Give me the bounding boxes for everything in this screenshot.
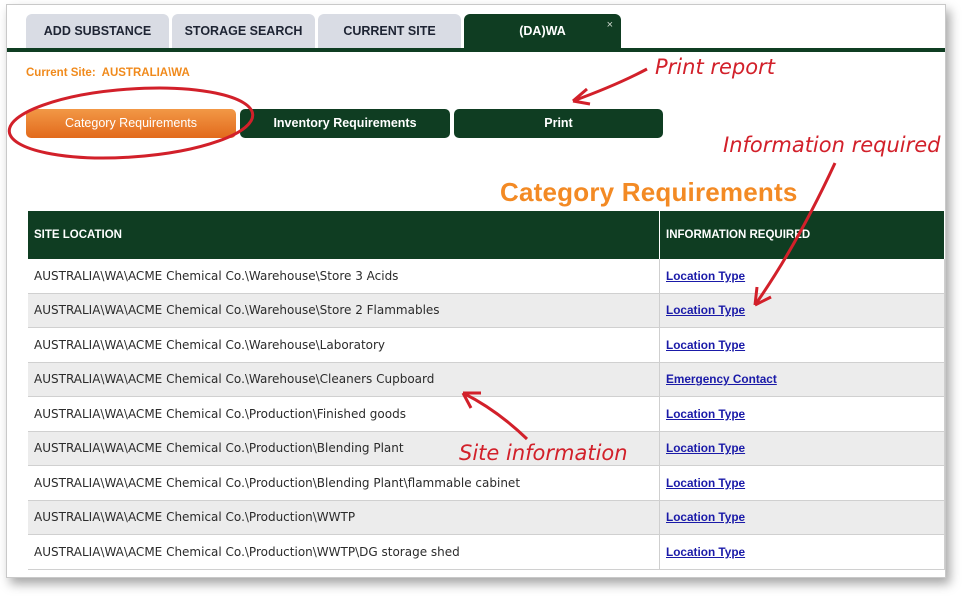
section-title: Category Requirements: [500, 177, 798, 207]
info-link[interactable]: Location Type: [666, 545, 745, 559]
table-row: AUSTRALIA\WA\ACME Chemical Co.\Warehouse…: [28, 362, 945, 397]
print-button[interactable]: Print: [454, 109, 663, 138]
tab-label: STORAGE SEARCH: [184, 24, 303, 38]
info-cell: Location Type: [659, 465, 945, 501]
inventory-requirements-button[interactable]: Inventory Requirements: [240, 109, 450, 138]
info-cell: Emergency Contact: [659, 362, 945, 397]
table-row: AUSTRALIA\WA\ACME Chemical Co.\Productio…: [28, 500, 945, 535]
annotation-print-report: Print report: [655, 55, 775, 79]
annotation-information-required: Information required: [723, 133, 941, 157]
site-location-cell: AUSTRALIA\WA\ACME Chemical Co.\Productio…: [28, 500, 660, 535]
current-site: Current Site: AUSTRALIA\WA: [26, 67, 190, 79]
info-cell: Location Type: [659, 431, 945, 466]
site-location-cell: AUSTRALIA\WA\ACME Chemical Co.\Warehouse…: [28, 293, 660, 328]
table-header-row: SITE LOCATION INFORMATION REQUIRED: [28, 211, 945, 259]
button-label: Category Requirements: [64, 116, 197, 130]
tab-current-site[interactable]: CURRENT SITE: [318, 14, 461, 49]
tab-bar: ADD SUBSTANCE STORAGE SEARCH CURRENT SIT…: [7, 5, 945, 52]
info-link[interactable]: Emergency Contact: [666, 372, 777, 386]
app-window: ADD SUBSTANCE STORAGE SEARCH CURRENT SIT…: [6, 4, 946, 578]
print-arrowhead: [572, 87, 591, 106]
info-link[interactable]: Location Type: [666, 338, 745, 352]
current-site-value: AUSTRALIA\WA: [101, 67, 190, 79]
category-requirements-button[interactable]: Category Requirements: [26, 109, 236, 138]
info-link[interactable]: Location Type: [666, 510, 745, 524]
table-row: AUSTRALIA\WA\ACME Chemical Co.\Warehouse…: [28, 293, 945, 328]
button-label: Print: [544, 116, 573, 130]
tab-underline: [7, 48, 945, 52]
info-link[interactable]: Location Type: [666, 441, 745, 455]
header-information-required: INFORMATION REQUIRED: [659, 211, 945, 259]
table-row: AUSTRALIA\WA\ACME Chemical Co.\Warehouse…: [28, 327, 945, 363]
close-icon[interactable]: ×: [607, 8, 613, 42]
info-link[interactable]: Location Type: [666, 407, 745, 421]
site-location-cell: AUSTRALIA\WA\ACME Chemical Co.\Warehouse…: [28, 362, 660, 397]
tab-label: ADD SUBSTANCE: [43, 24, 152, 38]
info-cell: Location Type: [659, 534, 945, 570]
site-location-cell: AUSTRALIA\WA\ACME Chemical Co.\Productio…: [28, 534, 660, 570]
tab-label: CURRENT SITE: [343, 24, 436, 38]
table-row: AUSTRALIA\WA\ACME Chemical Co.\Productio…: [28, 534, 945, 570]
table-row: AUSTRALIA\WA\ACME Chemical Co.\Productio…: [28, 465, 945, 501]
info-cell: Location Type: [659, 259, 945, 294]
table-row: AUSTRALIA\WA\ACME Chemical Co.\Productio…: [28, 396, 945, 432]
tab-add-substance[interactable]: ADD SUBSTANCE: [26, 14, 169, 49]
table-row: AUSTRALIA\WA\ACME Chemical Co.\Warehouse…: [28, 259, 945, 294]
tab-label: (DA)WA: [519, 24, 566, 38]
current-site-label: Current Site:: [26, 67, 96, 79]
info-cell: Location Type: [659, 293, 945, 328]
info-cell: Location Type: [659, 327, 945, 363]
requirements-table: SITE LOCATION INFORMATION REQUIRED AUSTR…: [28, 211, 945, 570]
print-arrow: [572, 67, 648, 103]
info-link[interactable]: Location Type: [666, 269, 745, 283]
site-location-cell: AUSTRALIA\WA\ACME Chemical Co.\Warehouse…: [28, 259, 660, 294]
info-cell: Location Type: [659, 396, 945, 432]
info-link[interactable]: Location Type: [666, 303, 745, 317]
site-location-cell: AUSTRALIA\WA\ACME Chemical Co.\Warehouse…: [28, 327, 660, 363]
annotation-site-information: Site information: [459, 441, 628, 465]
header-site-location: SITE LOCATION: [28, 211, 660, 259]
tab-storage-search[interactable]: STORAGE SEARCH: [172, 14, 315, 49]
info-cell: Location Type: [659, 500, 945, 535]
button-label: Inventory Requirements: [273, 116, 417, 130]
site-location-cell: AUSTRALIA\WA\ACME Chemical Co.\Productio…: [28, 396, 660, 432]
tab-da-wa[interactable]: (DA)WA ×: [464, 14, 621, 49]
site-location-cell: AUSTRALIA\WA\ACME Chemical Co.\Productio…: [28, 465, 660, 501]
info-link[interactable]: Location Type: [666, 476, 745, 490]
